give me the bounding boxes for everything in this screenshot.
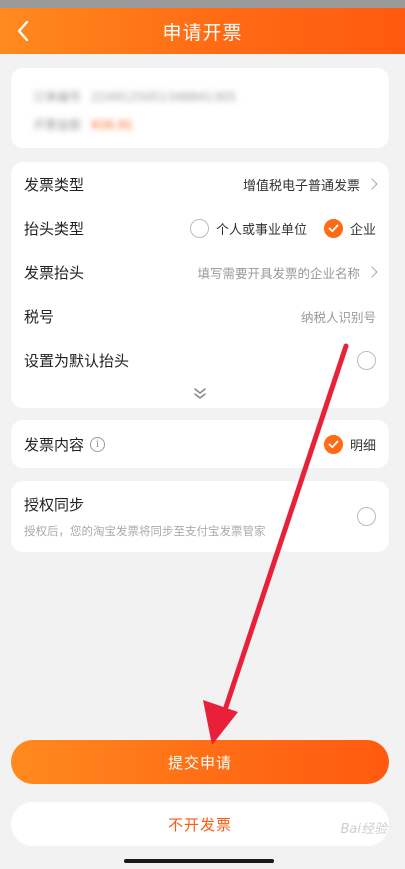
page-title: 申请开票: [162, 21, 243, 44]
expand-more-button[interactable]: [191, 386, 209, 402]
default-title-label: 设置为默认抬头: [24, 351, 130, 370]
invoice-title-row[interactable]: 发票抬头 填写需要开具发票的企业名称: [11, 250, 389, 294]
back-button[interactable]: [6, 15, 40, 47]
invoice-type-label: 发票类型: [24, 175, 85, 194]
invoice-title-input[interactable]: 填写需要开具发票的企业名称: [197, 263, 360, 282]
submit-button[interactable]: 提交申请: [11, 740, 389, 784]
invoice-type-value: 增值税电子普通发票: [242, 178, 360, 194]
order-number-label: 订单编号: [33, 90, 82, 104]
check-icon: [323, 434, 343, 454]
order-info-card: 订单编号 2249125051348841305 开票金额 ¥26.91: [11, 68, 389, 148]
invoice-amount-label: 开票金额: [33, 118, 82, 132]
title-type-personal-option[interactable]: 个人或事业单位: [189, 218, 307, 238]
info-icon[interactable]: i: [90, 436, 106, 452]
auth-sync-card: 授权同步 授权后，您的淘宝发票将同步至支付宝发票管家: [11, 481, 389, 552]
auth-sync-title: 授权同步: [24, 496, 85, 514]
radio-unchecked-icon: [189, 218, 209, 238]
invoice-content-card: 发票内容 i 明细: [11, 420, 389, 468]
no-invoice-button[interactable]: 不开发票: [11, 802, 389, 846]
auth-sync-toggle[interactable]: [357, 507, 376, 526]
header-bar: 申请开票: [0, 8, 405, 54]
invoice-amount-line: 开票金额 ¥26.91: [33, 116, 133, 133]
invoice-amount-value: ¥26.91: [91, 118, 134, 132]
order-number-value: 2249125051348841305: [91, 90, 237, 104]
chevron-right-icon: [366, 266, 378, 278]
content-detail-option[interactable]: 明细: [323, 434, 376, 454]
arrow-head: [203, 700, 238, 745]
double-chevron-down-icon: [194, 388, 206, 399]
chevron-right-icon: [366, 178, 378, 190]
invoice-type-row[interactable]: 发票类型 增值税电子普通发票: [11, 162, 389, 206]
chevron-left-icon: [17, 20, 29, 42]
invoice-content-label: 发票内容: [24, 435, 85, 454]
order-number-line: 订单编号 2249125051348841305: [33, 88, 236, 105]
title-type-personal-label: 个人或事业单位: [215, 222, 307, 238]
title-type-company-option[interactable]: 企业: [323, 218, 376, 238]
default-title-row: 设置为默认抬头: [11, 338, 389, 382]
home-indicator: [124, 859, 274, 863]
title-type-company-label: 企业: [349, 222, 376, 238]
invoice-content-row: 发票内容 i 明细: [11, 422, 389, 466]
title-type-row: 抬头类型 个人或事业单位 企业: [11, 206, 389, 250]
tax-id-label: 税号: [24, 307, 55, 326]
invoice-form-card: 发票类型 增值税电子普通发票 抬头类型 个人或事业单位 企业 发票抬头 填写需要…: [11, 162, 389, 408]
check-icon: [323, 218, 343, 238]
content-detail-label: 明细: [349, 438, 376, 454]
invoice-title-label: 发票抬头: [24, 263, 85, 282]
tax-id-input[interactable]: 纳税人识别号: [301, 307, 376, 326]
status-bar: [0, 0, 405, 8]
title-type-label: 抬头类型: [24, 219, 85, 238]
default-title-toggle[interactable]: [357, 350, 376, 370]
auth-sync-description: 授权后，您的淘宝发票将同步至支付宝发票管家: [24, 524, 266, 538]
watermark-logo: Bai经验: [340, 822, 388, 837]
tax-id-row: 税号 纳税人识别号: [11, 294, 389, 338]
